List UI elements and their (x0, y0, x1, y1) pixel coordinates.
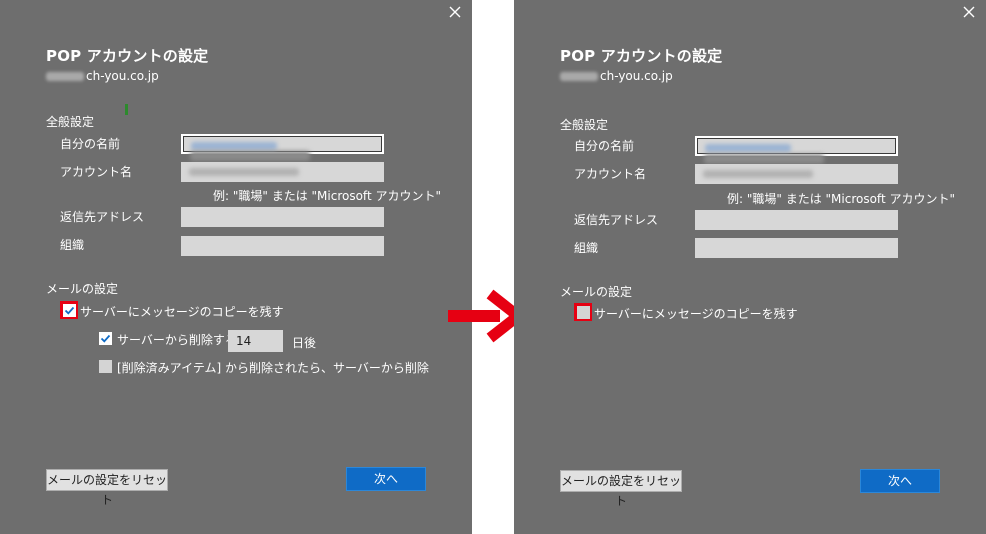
dialog-right: POP アカウントの設定 ch-you.co.jp 全般設定 自分の名前 アカウ… (514, 0, 986, 534)
reply-to-input[interactable] (695, 210, 898, 230)
account-email: ch-you.co.jp (560, 69, 673, 83)
remove-deleted-label: [削除済みアイテム] から削除されたら、サーバーから削除 (117, 361, 429, 375)
close-icon[interactable] (962, 5, 976, 19)
remove-after-label: サーバーから削除する (117, 333, 237, 347)
dialog-left: POP アカウントの設定 ch-you.co.jp 全般設定 自分の名前 アカウ… (0, 0, 472, 534)
account-name-label: アカウント名 (574, 167, 647, 181)
account-name-label: アカウント名 (60, 165, 133, 179)
days-unit-label: 日後 (292, 336, 317, 350)
cursor-marker (125, 104, 128, 115)
redacted-email-prefix (46, 72, 84, 81)
your-name-label: 自分の名前 (60, 137, 121, 151)
leave-copy-label: サーバーにメッセージのコピーを残す (594, 307, 798, 321)
email-suffix: ch-you.co.jp (600, 69, 673, 83)
organization-label: 組織 (60, 238, 85, 252)
organization-input[interactable] (695, 238, 898, 258)
redacted-name (191, 142, 277, 150)
right-arrow-icon (446, 288, 527, 348)
remove-deleted-checkbox[interactable] (99, 360, 112, 373)
close-icon[interactable] (448, 5, 462, 19)
your-name-label: 自分の名前 (574, 139, 635, 153)
check-icon (100, 334, 111, 343)
leave-copy-label: サーバーにメッセージのコピーを残す (80, 305, 284, 319)
reset-settings-button[interactable]: メールの設定をリセット (560, 470, 682, 508)
redacted-email-prefix (560, 72, 598, 81)
redacted-overlay (190, 151, 310, 161)
reply-to-input[interactable] (181, 207, 384, 227)
account-email: ch-you.co.jp (46, 69, 159, 83)
reply-to-label: 返信先アドレス (60, 210, 145, 224)
organization-label: 組織 (574, 241, 599, 255)
mail-settings-heading: メールの設定 (46, 282, 119, 296)
redacted-overlay (704, 154, 824, 164)
redacted-account (189, 168, 299, 176)
account-name-input[interactable] (181, 162, 384, 182)
organization-input[interactable] (181, 236, 384, 256)
days-input[interactable]: 14 (228, 330, 283, 352)
redacted-account (703, 170, 813, 178)
your-name-input[interactable] (695, 136, 898, 156)
email-suffix: ch-you.co.jp (86, 69, 159, 83)
account-name-hint: 例: "職場" または "Microsoft アカウント" (727, 192, 955, 206)
account-name-input[interactable] (695, 164, 898, 184)
mail-settings-heading: メールの設定 (560, 285, 633, 299)
next-button[interactable]: 次へ (860, 469, 940, 493)
leave-copy-checkbox[interactable] (577, 306, 590, 319)
next-button[interactable]: 次へ (346, 467, 426, 491)
account-name-hint: 例: "職場" または "Microsoft アカウント" (213, 189, 441, 203)
remove-after-checkbox[interactable] (99, 332, 112, 345)
reset-settings-button[interactable]: メールの設定をリセット (46, 469, 168, 507)
dialog-title: POP アカウントの設定 (46, 47, 209, 65)
general-settings-heading: 全般設定 (46, 115, 95, 129)
reply-to-label: 返信先アドレス (574, 213, 659, 227)
leave-copy-checkbox[interactable] (63, 304, 76, 317)
general-settings-heading: 全般設定 (560, 118, 609, 132)
redacted-name (705, 144, 791, 152)
dialog-title: POP アカウントの設定 (560, 47, 723, 65)
check-icon (64, 306, 75, 315)
